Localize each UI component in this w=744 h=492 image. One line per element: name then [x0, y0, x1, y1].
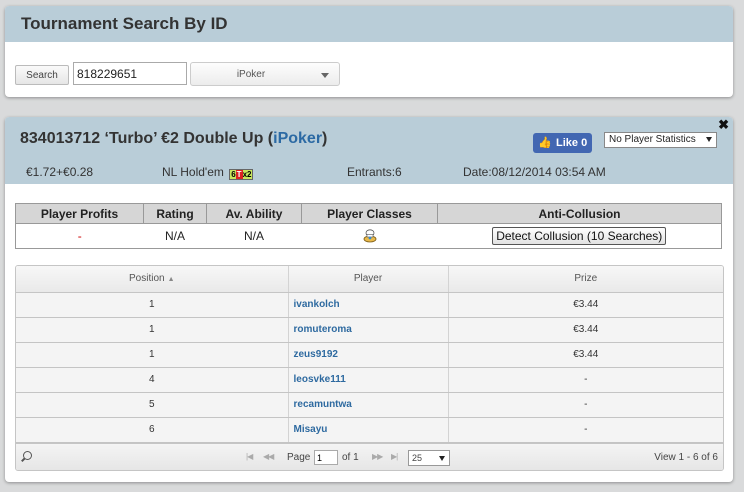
table-row[interactable]: 1 ivankolch €3.44 — [16, 292, 723, 318]
search-button[interactable]: Search — [15, 65, 69, 85]
chevron-down-icon — [439, 456, 445, 461]
network-select[interactable]: iPoker — [190, 62, 340, 86]
page-label: Page — [287, 452, 311, 463]
column-position[interactable]: Position ▲ — [16, 266, 289, 293]
rows-per-page-value: 25 — [412, 453, 423, 463]
sort-icon: ▲ — [167, 276, 175, 284]
tournament-panel: 834013712 ‘Turbo’ €2 Double Up (iPoker) … — [5, 117, 733, 482]
header-anti-collusion: Anti-Collusion — [437, 203, 722, 224]
player-cell[interactable]: ivankolch — [288, 292, 449, 318]
player-statistics-value: No Player Statistics — [609, 134, 696, 145]
table-row[interactable]: 4 leosvke111 - — [16, 367, 723, 393]
game-format-badge: 6Tx2 — [229, 169, 254, 180]
like-count: Like 0 — [556, 137, 588, 149]
table-row[interactable]: 6 Misayu - — [16, 417, 723, 443]
next-page-icon[interactable]: ▶▶ — [372, 452, 383, 461]
search-panel-header: Tournament Search By ID — [5, 6, 733, 42]
position-cell: 1 — [16, 292, 289, 318]
prize-cell: - — [448, 417, 723, 443]
ability-value: N/A — [206, 223, 302, 249]
tournament-header: 834013712 ‘Turbo’ €2 Double Up (iPoker) … — [5, 117, 733, 184]
chevron-down-icon — [321, 73, 329, 78]
thumbs-up-icon: 👍 — [538, 137, 552, 149]
player-cell[interactable]: leosvke111 — [288, 367, 449, 393]
network-link[interactable]: iPoker — [273, 130, 322, 147]
column-player[interactable]: Player — [288, 266, 449, 293]
game-type: NL Hold'em 6Tx2 — [162, 165, 254, 180]
table-row[interactable]: 5 recamuntwa - — [16, 392, 723, 418]
prize-cell: €3.44 — [448, 342, 723, 368]
detect-collusion-button[interactable]: Detect Collusion (10 Searches) — [492, 227, 667, 245]
search-panel-title: Tournament Search By ID — [21, 14, 228, 33]
header-rating: Rating — [143, 203, 207, 224]
player-profits-value: - — [15, 223, 144, 249]
last-page-icon[interactable]: ▶| — [391, 452, 398, 461]
position-cell: 4 — [16, 367, 289, 393]
position-cell: 5 — [16, 392, 289, 418]
prize-cell: €3.44 — [448, 317, 723, 343]
search-icon[interactable] — [23, 451, 32, 460]
chevron-down-icon — [706, 137, 712, 142]
player-cell[interactable]: zeus9192 — [288, 342, 449, 368]
entrants: Entrants:6 — [347, 165, 402, 179]
rows-per-page-select[interactable]: 25 — [408, 450, 450, 466]
chef-icon[interactable] — [362, 227, 378, 243]
page-number-input[interactable] — [314, 450, 338, 465]
view-range: View 1 - 6 of 6 — [654, 452, 718, 463]
player-cell[interactable]: recamuntwa — [288, 392, 449, 418]
table-row[interactable]: 1 zeus9192 €3.44 — [16, 342, 723, 368]
page-count: of 1 — [342, 452, 359, 463]
position-cell: 1 — [16, 317, 289, 343]
game-type-label: NL Hold'em — [162, 165, 224, 179]
tournament-title-close-paren: ) — [322, 130, 328, 147]
pager: |◀ ◀◀ Page of 1 ▶▶ ▶| 25 View 1 - 6 of 6 — [16, 443, 723, 470]
results-grid: Position ▲ Player Prize 1 ivankolch €3.44… — [15, 265, 724, 471]
tournament-title-text: 834013712 ‘Turbo’ €2 Double Up ( — [20, 130, 274, 147]
anti-collusion-cell: Detect Collusion (10 Searches) — [437, 223, 722, 249]
network-select-value: iPoker — [236, 69, 266, 80]
tournament-id-input[interactable] — [73, 62, 187, 85]
player-stats-table: Player Profits Rating Av. Ability Player… — [15, 203, 722, 249]
table-row[interactable]: 1 romuteroma €3.44 — [16, 317, 723, 343]
facebook-like-button[interactable]: 👍 Like 0 — [533, 133, 592, 153]
prize-cell: - — [448, 367, 723, 393]
position-cell: 1 — [16, 342, 289, 368]
prize-cell: €3.44 — [448, 292, 723, 318]
player-classes-cell — [301, 223, 438, 249]
player-statistics-select[interactable]: No Player Statistics — [604, 132, 717, 148]
tournament-date: Date:08/12/2014 03:54 AM — [463, 165, 606, 179]
profit-value: - — [77, 229, 82, 243]
header-player-profits: Player Profits — [15, 203, 144, 224]
header-ability: Av. Ability — [206, 203, 302, 224]
player-cell[interactable]: romuteroma — [288, 317, 449, 343]
first-page-icon[interactable]: |◀ — [246, 452, 253, 461]
prev-page-icon[interactable]: ◀◀ — [263, 452, 274, 461]
position-cell: 6 — [16, 417, 289, 443]
search-panel: Tournament Search By ID Search iPoker — [5, 6, 733, 97]
player-cell[interactable]: Misayu — [288, 417, 449, 443]
buyin: €1.72+€0.28 — [26, 165, 94, 179]
column-prize[interactable]: Prize — [448, 266, 723, 293]
tournament-title: 834013712 ‘Turbo’ €2 Double Up (iPoker) — [20, 130, 327, 148]
header-player-classes: Player Classes — [301, 203, 438, 224]
close-icon[interactable]: ✖ — [718, 117, 729, 133]
prize-cell: - — [448, 392, 723, 418]
rating-value: N/A — [143, 223, 207, 249]
